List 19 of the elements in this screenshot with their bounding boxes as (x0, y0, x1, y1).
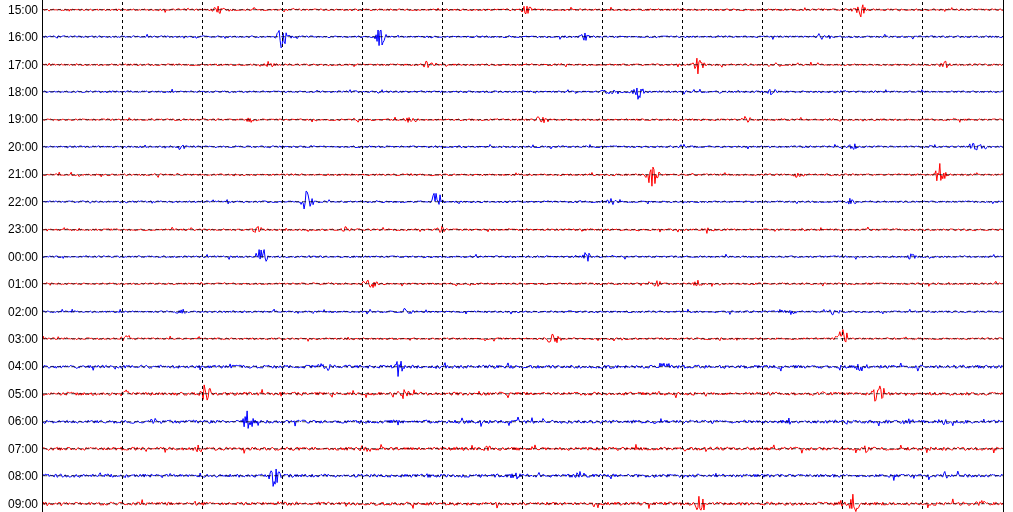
time-label: 20:00 (6, 139, 39, 154)
time-label: 16:00 (6, 30, 39, 45)
time-label: 07:00 (6, 441, 39, 456)
time-label: 05:00 (6, 386, 39, 401)
time-label: 17:00 (6, 57, 39, 72)
time-label: 04:00 (6, 359, 39, 374)
time-label: 21:00 (6, 167, 39, 182)
time-label: 00:00 (6, 249, 39, 264)
time-label: 15:00 (6, 2, 39, 17)
time-label: 03:00 (6, 331, 39, 346)
time-label: 19:00 (6, 112, 39, 127)
time-label: 22:00 (6, 194, 39, 209)
time-label: 02:00 (6, 304, 39, 319)
time-label: 23:00 (6, 222, 39, 237)
time-label: 08:00 (6, 469, 39, 484)
time-label: 06:00 (6, 414, 39, 429)
time-label: 01:00 (6, 277, 39, 292)
time-label: 09:00 (6, 496, 39, 511)
time-label: 18:00 (6, 85, 39, 100)
